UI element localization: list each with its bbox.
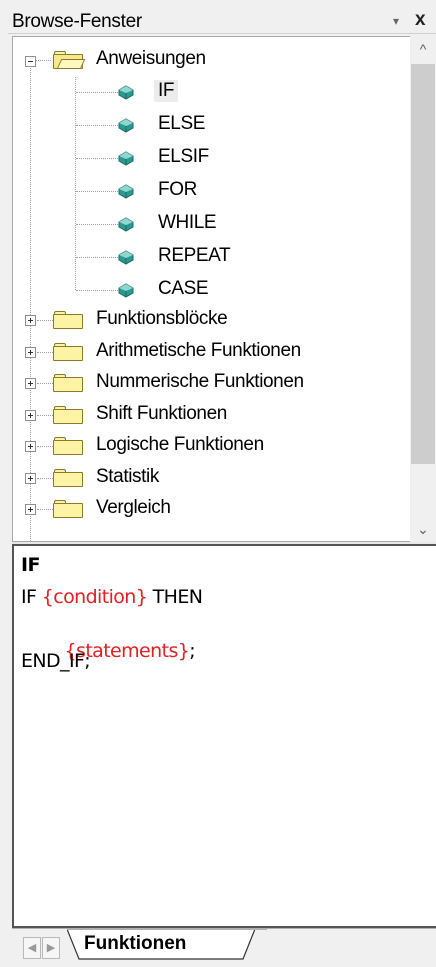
- tree-node-folder[interactable]: Funktionsblöcke: [13, 305, 413, 335]
- tree-node-statement[interactable]: CASE: [13, 275, 313, 305]
- folder-icon: [53, 342, 83, 361]
- tree-node-label: Vergleich: [96, 497, 171, 518]
- folder-icon: [53, 437, 83, 455]
- pin-icon[interactable]: ▾: [393, 14, 399, 28]
- tree-node-label: Shift Funktionen: [96, 402, 227, 424]
- tree-node-folder[interactable]: Nummerische Funktionen: [13, 368, 413, 398]
- tree-node-label: Arithmetische Funktionen: [96, 339, 301, 361]
- expand-icon[interactable]: [25, 315, 36, 326]
- tree-node-label: CASE: [158, 278, 209, 299]
- scroll-thumb[interactable]: [411, 64, 435, 464]
- folder-icon: [53, 468, 83, 487]
- tree-node-statement[interactable]: FOR: [13, 176, 313, 206]
- tree-node-folder[interactable]: Statistik: [13, 463, 413, 493]
- tree-node-statement[interactable]: REPEAT: [13, 242, 313, 272]
- tree-node-label: ELSIF: [158, 146, 209, 167]
- tree-view[interactable]: Anweisungen IF ELSE ELSIF FOR WHILE REPEAT CAS…: [12, 36, 436, 542]
- tab-scroll-right-icon[interactable]: ▶: [42, 937, 60, 959]
- tree-node-label: FOR: [158, 179, 197, 200]
- statement-icon: [117, 117, 135, 133]
- code-header: IF: [21, 554, 40, 576]
- tree-node-folder[interactable]: Logische Funktionen: [13, 431, 413, 461]
- expand-icon[interactable]: [25, 441, 36, 452]
- folder-icon: [53, 374, 83, 392]
- tree-node-statement[interactable]: ELSE: [13, 110, 313, 140]
- tree-node-label: Funktionsblöcke: [96, 308, 228, 329]
- folder-icon: [53, 500, 83, 518]
- tree-node-label: REPEAT: [158, 245, 231, 266]
- expand-icon[interactable]: [25, 378, 36, 389]
- expand-icon[interactable]: [25, 504, 36, 515]
- code-preview: IF IF {condition} THEN {statements}; END…: [12, 544, 436, 928]
- close-icon[interactable]: x: [415, 9, 426, 31]
- expand-icon[interactable]: [25, 472, 36, 484]
- statement-icon: [117, 84, 135, 100]
- expand-icon[interactable]: [25, 409, 36, 421]
- collapse-icon[interactable]: [25, 56, 36, 67]
- tab-strip: ◀ ▶ Funktionen: [12, 928, 436, 967]
- tree-node-label: Nummerische Funktionen: [96, 371, 304, 392]
- open-folder-icon: [53, 51, 86, 69]
- tree-node-label: Statistik: [96, 465, 159, 487]
- tree-node-statement[interactable]: IF: [13, 77, 313, 107]
- tree-node-statement[interactable]: WHILE: [13, 209, 313, 239]
- tree-node-statement[interactable]: ELSIF: [13, 143, 313, 173]
- tab-label: Funktionen: [84, 933, 187, 954]
- statement-icon: [117, 282, 135, 298]
- scroll-up-icon[interactable]: ^: [410, 36, 436, 62]
- scroll-down-icon[interactable]: ⌄: [410, 516, 436, 542]
- tree-node-label: ELSE: [158, 113, 205, 134]
- expand-icon[interactable]: [25, 346, 36, 358]
- tree-node-label: WHILE: [158, 212, 217, 233]
- statement-icon: [117, 150, 135, 166]
- tree-scrollbar[interactable]: ^ ⌄: [410, 36, 436, 542]
- statement-icon: [117, 216, 135, 232]
- tree-node-folder[interactable]: Shift Funktionen: [13, 400, 413, 430]
- tree-node-folder[interactable]: Vergleich: [13, 494, 413, 524]
- folder-icon: [53, 405, 83, 424]
- code-line: IF {condition} THEN: [21, 586, 203, 608]
- tree-node-label: Logische Funktionen: [96, 434, 264, 455]
- tree-node-label: IF: [154, 80, 179, 102]
- window-title: Browse-Fenster: [12, 11, 142, 32]
- statement-icon: [117, 183, 135, 199]
- tab-scroll-left-icon[interactable]: ◀: [23, 937, 41, 959]
- statement-icon: [117, 249, 135, 265]
- tree-node-anweisungen[interactable]: Anweisungen: [13, 45, 313, 75]
- code-line: END_IF;: [21, 650, 91, 672]
- tree-node-folder[interactable]: Arithmetische Funktionen: [13, 337, 413, 367]
- browse-window: Browse-Fenster ▾ x Anweisungen IF ELSE ELS…: [0, 0, 436, 967]
- folder-icon: [53, 311, 83, 329]
- title-bar: Browse-Fenster ▾ x: [8, 8, 436, 34]
- tree-node-label: Anweisungen: [96, 48, 206, 69]
